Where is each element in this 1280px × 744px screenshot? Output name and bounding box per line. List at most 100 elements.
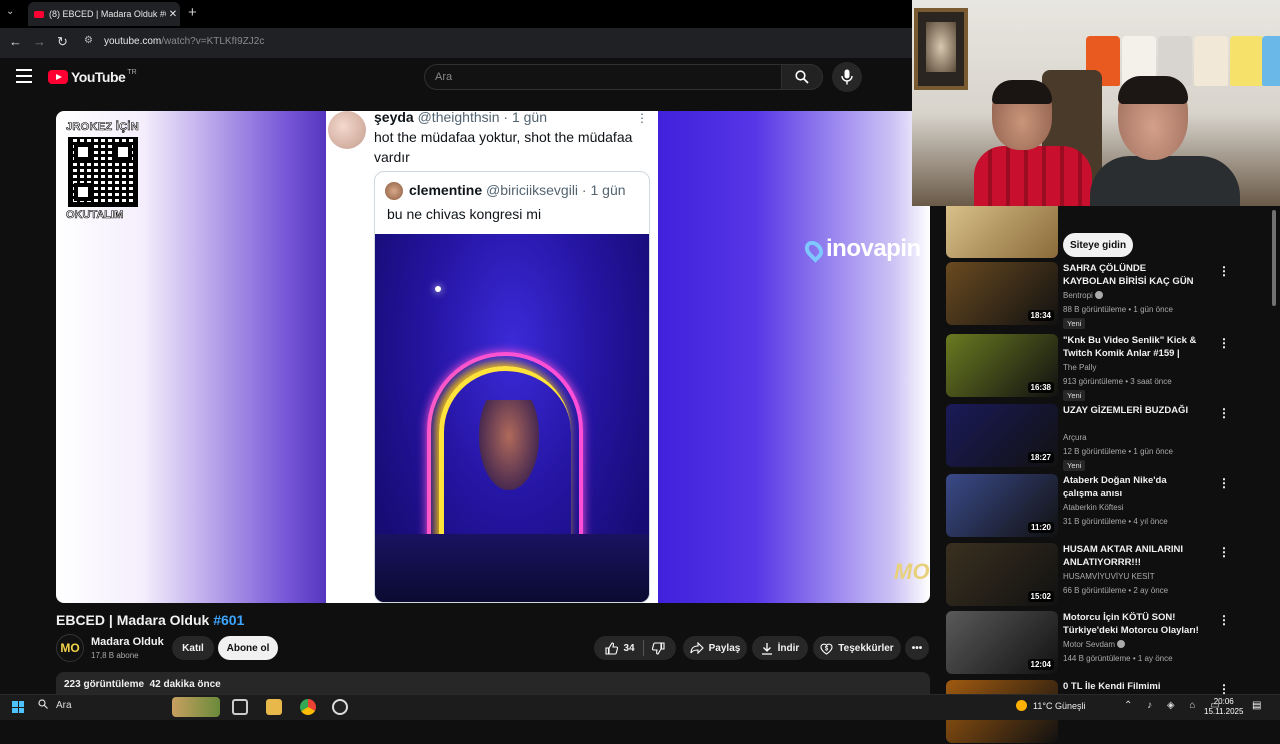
quoted-photo <box>375 234 649 602</box>
video-title[interactable]: Ataberk Doğan Nike'da çalışma anısı <box>1063 474 1201 500</box>
video-channel[interactable]: Arçura <box>1063 433 1087 442</box>
qr-code <box>68 137 138 207</box>
youtube-logo[interactable]: YouTube TR <box>48 69 137 85</box>
video-options-icon[interactable]: ⋮ <box>1218 406 1230 420</box>
tweet-more-icon: ⋮ <box>636 111 648 125</box>
video-player[interactable]: JROKEZ İÇİN OKUTALIM inovapin MO şeyda @… <box>56 111 930 603</box>
new-badge: Yeni <box>1063 318 1086 329</box>
quoted-author: clementine @biriciiksevgili · 1 gün <box>409 182 626 198</box>
notification-icon[interactable]: ▤ <box>1252 700 1261 711</box>
video-thumbnail[interactable]: 16:38 <box>946 334 1058 397</box>
video-options-icon[interactable]: ⋮ <box>1218 264 1230 278</box>
video-thumbnail[interactable]: 18:27 <box>946 404 1058 467</box>
new-tab-button[interactable]: + <box>188 4 197 21</box>
video-options-icon[interactable]: ⋮ <box>1218 545 1230 559</box>
video-channel[interactable]: Ataberkin Köftesi <box>1063 503 1123 512</box>
video-duration: 11:20 <box>1027 522 1054 533</box>
recommended-video[interactable]: 11:20 Ataberk Doğan Nike'da çalışma anısı… <box>946 474 1276 538</box>
video-thumbnail[interactable]: 12:04 <box>946 611 1058 674</box>
video-thumbnail[interactable]: 15:02 <box>946 543 1058 606</box>
task-view-icon[interactable] <box>232 699 248 715</box>
video-channel[interactable]: Motor Sevdam <box>1063 640 1126 649</box>
browser-tab[interactable]: (8) EBCED | Madara Olduk #601 ✕ <box>28 2 180 26</box>
video-thumbnail[interactable]: 11:20 <box>946 474 1058 537</box>
windows-start-icon[interactable] <box>12 701 24 713</box>
recommendations-sidebar: Siteye gidin 18:34 SAHRA ÇÖLÜNDE KAYBOLAN… <box>930 206 1280 743</box>
download-icon <box>761 642 772 655</box>
quoted-avatar <box>385 182 403 200</box>
video-options-icon[interactable]: ⋮ <box>1218 336 1230 350</box>
taskbar-search[interactable]: Ara <box>38 699 72 711</box>
weather-widget[interactable]: 11°C Güneşli <box>1016 700 1085 711</box>
search-highlight-image[interactable] <box>172 697 220 717</box>
reload-button[interactable]: ↻ <box>57 34 68 50</box>
clock[interactable]: 20:06 15.11.2025 <box>1204 697 1243 717</box>
video-title[interactable]: SAHRA ÇÖLÜNDE KAYBOLAN BİRİSİ KAÇ GÜN HA… <box>1063 262 1201 288</box>
obs-icon[interactable] <box>332 699 348 715</box>
forward-button[interactable]: → <box>33 34 46 49</box>
video-meta: 12 B görüntüleme • 1 gün önce <box>1063 447 1173 456</box>
streamer-right <box>1090 76 1240 206</box>
tab-close-icon[interactable]: ✕ <box>166 9 180 20</box>
svg-text:$: $ <box>825 646 829 652</box>
video-options-icon[interactable]: ⋮ <box>1218 476 1230 490</box>
tweet-author: şeyda @theighthsin · 1 gün <box>374 111 547 125</box>
search-input[interactable]: Ara <box>424 64 782 90</box>
video-title[interactable]: Motorcu İçin KÖTÜ SON! Türkiye'deki Moto… <box>1063 611 1201 637</box>
description-box[interactable]: 223 görüntüleme 42 dakika önce <box>56 672 930 694</box>
voice-search-button[interactable] <box>832 62 862 92</box>
sun-icon <box>1016 700 1027 711</box>
new-badge: Yeni <box>1063 390 1086 401</box>
download-button[interactable]: İndir <box>752 636 808 660</box>
quoted-tweet: clementine @biriciiksevgili · 1 gün bu n… <box>374 171 650 603</box>
url-field[interactable]: youtube.com/watch?v=KTLKfI9ZJ2c <box>104 36 264 47</box>
visit-site-button[interactable]: Siteye gidin <box>1063 233 1133 257</box>
menu-icon[interactable] <box>16 69 32 83</box>
video-channel[interactable]: Bentropi <box>1063 291 1103 300</box>
recommended-video[interactable]: 15:02 HUSAM AKTAR ANILARINI ANLATIYORRR!!… <box>946 543 1276 607</box>
chrome-icon[interactable] <box>300 699 316 715</box>
video-title[interactable]: UZAY GİZEMLERİ BUZDAĞI <box>1063 404 1201 417</box>
tweet-text: hot the müdafaa yoktur, shot the müdafaa… <box>374 129 633 165</box>
search-button[interactable] <box>781 64 823 90</box>
share-button[interactable]: Paylaş <box>683 636 747 660</box>
video-thumbnail[interactable]: 18:34 <box>946 262 1058 325</box>
episode-hashtag[interactable]: #601 <box>213 612 244 628</box>
overlay-qr-caption-top: JROKEZ İÇİN <box>66 121 139 134</box>
video-duration: 12:04 <box>1027 659 1054 670</box>
ad-thumbnail[interactable] <box>946 206 1058 258</box>
recommended-video[interactable]: 18:34 SAHRA ÇÖLÜNDE KAYBOLAN BİRİSİ KAÇ G… <box>946 262 1276 329</box>
sponsor-logo: inovapin <box>801 235 921 263</box>
recommended-video[interactable]: 12:04 Motorcu İçin KÖTÜ SON! Türkiye'deki… <box>946 611 1276 675</box>
channel-name[interactable]: Madara Olduk <box>91 636 164 648</box>
video-options-icon[interactable]: ⋮ <box>1218 613 1230 627</box>
video-title: EBCED | Madara Olduk #601 <box>56 612 245 628</box>
like-icon[interactable] <box>605 641 619 655</box>
video-meta: 66 B görüntüleme • 2 ay önce <box>1063 586 1169 595</box>
join-button[interactable]: Katıl <box>172 636 214 660</box>
thanks-button[interactable]: $ Teşekkürler <box>813 636 901 660</box>
subscribe-button[interactable]: Abone ol <box>218 636 278 660</box>
dislike-icon[interactable] <box>651 641 665 655</box>
video-channel[interactable]: The Pally <box>1063 363 1096 372</box>
framed-portrait <box>914 8 968 90</box>
quoted-text: bu ne chivas kongresi mi <box>387 206 542 222</box>
video-channel[interactable]: HUSAMVİYUVİYU KESİT <box>1063 572 1155 581</box>
region-code: TR <box>127 68 137 76</box>
youtube-play-icon <box>48 70 68 84</box>
recommended-video[interactable]: 18:27 UZAY GİZEMLERİ BUZDAĞI Arçura 12 B gö… <box>946 404 1276 471</box>
channel-avatar[interactable]: MO <box>56 634 84 662</box>
tab-search-button[interactable]: ⌄ <box>6 6 14 17</box>
file-explorer-icon[interactable] <box>266 699 282 715</box>
video-meta: 144 B görüntüleme • 1 ay önce <box>1063 654 1173 663</box>
video-duration: 18:34 <box>1027 310 1054 321</box>
like-dislike-group[interactable]: 34 <box>594 636 676 660</box>
video-title[interactable]: "Knk Bu Video Senlik" Kick & Twitch Komi… <box>1063 334 1201 360</box>
verified-icon <box>1117 640 1126 648</box>
back-button[interactable]: ← <box>9 34 22 49</box>
site-info-icon[interactable]: ⚙ <box>84 35 93 46</box>
recommended-video[interactable]: 16:38 "Knk Bu Video Senlik" Kick & Twitch… <box>946 334 1276 401</box>
sidebar-scrollbar[interactable] <box>1272 210 1276 306</box>
video-title[interactable]: HUSAM AKTAR ANILARINI ANLATIYORRR!!! <box>1063 543 1201 569</box>
more-actions-button[interactable]: ••• <box>905 636 929 660</box>
